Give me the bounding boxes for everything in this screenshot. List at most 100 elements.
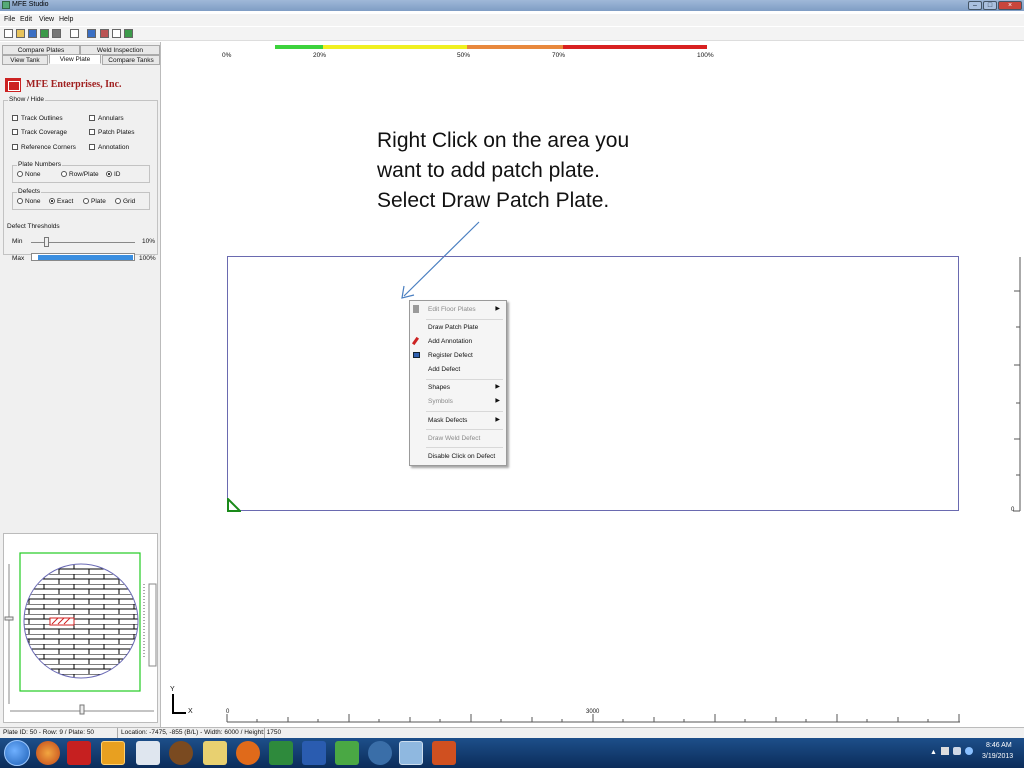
copy-icon[interactable] — [70, 29, 79, 38]
excel-icon[interactable] — [269, 741, 293, 765]
firefox-icon[interactable] — [36, 741, 60, 765]
menu-item-disable-click-on-defect[interactable]: Disable Click on Defect — [428, 453, 495, 460]
defect-color-scale — [275, 45, 707, 49]
new-file-icon[interactable] — [4, 29, 13, 38]
status-location: Location: -7475, -855 (B/L) - Width: 600… — [121, 729, 282, 736]
menu-item-draw-patch-plate[interactable]: Draw Patch Plate — [428, 324, 478, 331]
plate-numbers-none-radio[interactable]: None — [17, 171, 41, 178]
x-axis-line — [172, 712, 186, 714]
scale-green-segment — [275, 45, 323, 49]
menu-item-register-defect[interactable]: Register Defect — [428, 352, 473, 359]
checkbox-box — [89, 144, 95, 151]
checkbox-box — [89, 129, 95, 136]
status-bar: Plate ID: 50 - Row: 9 / Plate: 50 Locati… — [0, 727, 1024, 738]
menu-item-symbols[interactable]: Symbols — [428, 398, 453, 405]
start-button[interactable] — [4, 740, 30, 766]
word-icon[interactable] — [302, 741, 326, 765]
document-icon — [413, 305, 419, 313]
max-value: 100% — [139, 255, 156, 262]
media-player-icon[interactable] — [236, 741, 260, 765]
scale-70: 70% — [552, 52, 566, 59]
plate-view-canvas[interactable] — [227, 256, 959, 512]
track-outlines-checkbox[interactable]: Track Outlines — [12, 115, 63, 122]
menu-view[interactable]: View — [39, 16, 54, 23]
grid-view-icon[interactable] — [87, 29, 96, 38]
radio-label: None — [25, 171, 41, 178]
plate-numbers-id-radio[interactable]: ID — [106, 171, 121, 178]
y-axis-line — [172, 694, 174, 714]
reference-corners-checkbox[interactable]: Reference Corners — [12, 144, 76, 151]
clock-time[interactable]: 8:46 AM — [986, 742, 1012, 749]
file-explorer-icon[interactable] — [203, 741, 227, 765]
game-icon[interactable] — [335, 741, 359, 765]
clock-date[interactable]: 3/19/2013 — [982, 753, 1013, 760]
min-slider-thumb[interactable] — [44, 237, 49, 247]
acrobat-icon[interactable] — [67, 741, 91, 765]
status-divider — [117, 728, 118, 738]
defect-thresholds-label: Defect Thresholds — [6, 223, 61, 230]
network-icon[interactable] — [965, 747, 973, 755]
close-button[interactable]: × — [998, 1, 1022, 10]
annotation-checkbox[interactable]: Annotation — [89, 144, 129, 151]
menu-separator — [426, 447, 503, 448]
register-icon — [413, 352, 420, 358]
checkbox-box — [12, 129, 18, 136]
scale-20: 20% — [313, 52, 327, 59]
max-slider-fill — [38, 255, 133, 260]
menu-item-add-defect[interactable]: Add Defect — [428, 366, 460, 373]
report-icon[interactable] — [100, 29, 109, 38]
menu-file[interactable]: File — [4, 16, 15, 23]
defects-grid-radio[interactable]: Grid — [115, 198, 135, 205]
menu-item-edit-floor-plates[interactable]: Edit Floor Plates — [428, 306, 476, 313]
menu-help[interactable]: Help — [59, 16, 73, 23]
minimize-button[interactable]: – — [968, 1, 982, 10]
maximize-button[interactable]: □ — [983, 1, 997, 10]
tray-expand-icon[interactable]: ▲ — [930, 749, 937, 756]
radio-dot — [17, 198, 23, 205]
tab-view-tank[interactable]: View Tank — [2, 55, 48, 65]
powerpoint-icon[interactable] — [432, 741, 456, 765]
outlook-icon[interactable] — [101, 741, 125, 765]
scale-0: 0% — [222, 52, 232, 59]
radio-dot — [61, 171, 67, 178]
flag-icon[interactable] — [941, 747, 949, 755]
volume-icon[interactable] — [953, 747, 961, 755]
track-coverage-checkbox[interactable]: Track Coverage — [12, 129, 67, 136]
menu-item-shapes[interactable]: Shapes — [428, 384, 450, 391]
ups-icon[interactable] — [169, 741, 193, 765]
tank-overview[interactable] — [3, 533, 158, 723]
pencil-icon — [411, 336, 420, 346]
export-icon[interactable] — [40, 29, 49, 38]
mfe-studio-icon[interactable] — [399, 741, 423, 765]
left-panel: Compare Plates Weld Inspection View Tank… — [0, 42, 161, 727]
tab-view-plate[interactable]: View Plate — [49, 54, 101, 64]
patch-plates-checkbox[interactable]: Patch Plates — [89, 129, 135, 136]
menu-item-draw-weld-defect[interactable]: Draw Weld Defect — [428, 435, 480, 442]
defects-exact-radio[interactable]: Exact — [49, 198, 73, 205]
preview-icon[interactable] — [112, 29, 121, 38]
menu-item-mask-defects[interactable]: Mask Defects — [428, 417, 467, 424]
defects-none-radio[interactable]: None — [17, 198, 41, 205]
calculator-icon[interactable] — [136, 741, 160, 765]
camera-icon[interactable] — [368, 741, 392, 765]
annulars-checkbox[interactable]: Annulars — [89, 115, 124, 122]
open-folder-icon[interactable] — [16, 29, 25, 38]
print-icon[interactable] — [52, 29, 61, 38]
tab-compare-tanks[interactable]: Compare Tanks — [102, 55, 160, 65]
plate-numbers-row-plate-radio[interactable]: Row/Plate — [61, 171, 99, 178]
y-axis-label: Y — [170, 686, 175, 693]
min-value: 10% — [142, 238, 156, 245]
radio-label: Plate — [91, 198, 106, 205]
defects-plate-radio[interactable]: Plate — [83, 198, 106, 205]
excel-icon[interactable] — [124, 29, 133, 38]
checkbox-box — [12, 144, 18, 151]
save-icon[interactable] — [28, 29, 37, 38]
min-label: Min — [12, 238, 23, 245]
menu-edit[interactable]: Edit — [20, 16, 32, 23]
scale-orange-segment — [467, 45, 563, 49]
patch-plates-label: Patch Plates — [98, 129, 135, 136]
radio-dot — [17, 171, 23, 178]
menu-item-add-annotation[interactable]: Add Annotation — [428, 338, 472, 345]
menu-bar: File Edit View Help — [0, 14, 1024, 26]
radio-dot — [49, 198, 55, 205]
